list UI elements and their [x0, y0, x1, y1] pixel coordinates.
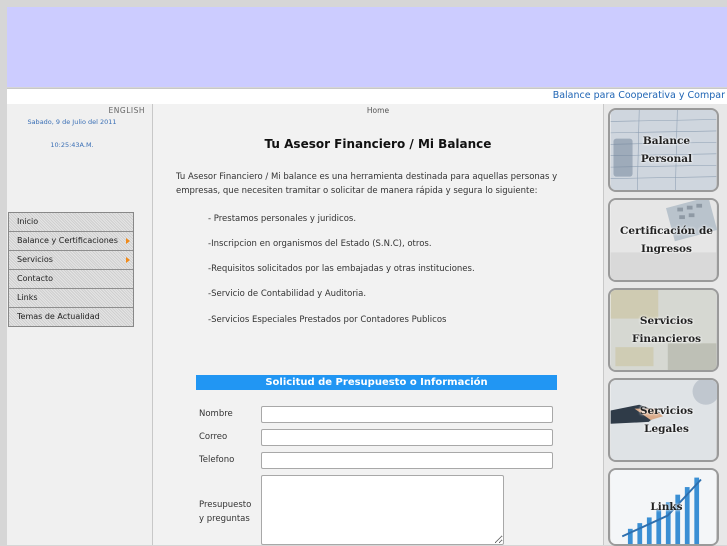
tile-certificacion-ingresos[interactable]: Certificación de Ingresos [608, 198, 719, 282]
tile-links[interactable]: Links [608, 468, 719, 546]
menu-item-label: Contacto [17, 274, 54, 283]
service-item: -Servicios Especiales Prestados por Cont… [208, 315, 447, 325]
service-item: - Prestamos personales y juridicos. [208, 214, 357, 224]
menu-item-label: Servicios [17, 255, 53, 264]
form-header: Solicitud de Presupuesto o Información [196, 375, 557, 390]
tile-servicios-financieros[interactable]: Servicios Financieros [608, 288, 719, 372]
correo-label: Correo [199, 432, 228, 442]
ticker-text[interactable]: Balance para Cooperativa y Compar [553, 90, 725, 101]
presupuesto-label-line1: Presupuesto [199, 500, 252, 510]
breadcrumb[interactable]: Home [153, 106, 603, 115]
service-item: -Requisitos solicitados por las embajada… [208, 264, 475, 274]
menu-item-label: Temas de Actualidad [17, 312, 100, 321]
presupuesto-label-line2: y preguntas [199, 514, 250, 524]
time-display: 10:25:43A.M. [50, 141, 94, 149]
menu-item-label: Inicio [17, 217, 39, 226]
menu-item-label: Balance y Certificaciones [17, 236, 118, 245]
tile-servicios-legales[interactable]: Servicios Legales [608, 378, 719, 462]
intro-paragraph: Tu Asesor Financiero / Mi balance es una… [176, 172, 558, 196]
service-item: -Inscripcion en organismos del Estado (S… [208, 239, 432, 249]
submenu-arrow-icon [126, 257, 130, 263]
english-link[interactable]: ENGLISH [109, 106, 145, 115]
menu-item-inicio[interactable]: Inicio [9, 213, 133, 232]
right-sidebar: Balance Personal Certificación de Ingresos [603, 104, 727, 546]
menu-item-contacto[interactable]: Contacto [9, 270, 133, 289]
menu-item-servicios[interactable]: Servicios [9, 251, 133, 270]
correo-field[interactable] [261, 429, 553, 446]
tile-balance-personal[interactable]: Balance Personal [608, 108, 719, 192]
main-menu: Inicio Balance y Certificaciones Servici… [8, 212, 134, 327]
page-body: ENGLISH Sabado, 9 de Julio del 2011 10:2… [7, 104, 727, 546]
date-display: Sabado, 9 de Julio del 2011 [27, 118, 117, 126]
service-item: -Servicio de Contabilidad y Auditoria. [208, 289, 367, 299]
tile-label: Links [650, 501, 683, 513]
menu-item-balance-certificaciones[interactable]: Balance y Certificaciones [9, 232, 133, 251]
nombre-label: Nombre [199, 409, 233, 419]
left-sidebar: ENGLISH Sabado, 9 de Julio del 2011 10:2… [7, 104, 153, 545]
telefono-field[interactable] [261, 452, 553, 469]
main-content: Home Tu Asesor Financiero / Mi Balance T… [153, 104, 603, 545]
tile-label: Servicios Legales [639, 405, 694, 435]
telefono-label: Telefono [199, 455, 235, 465]
page-title: Tu Asesor Financiero / Mi Balance [264, 137, 492, 151]
submenu-arrow-icon [126, 238, 130, 244]
menu-item-label: Links [17, 293, 38, 302]
tile-label: Certificación de Ingresos [620, 225, 713, 255]
presupuesto-label: Presupuesto y preguntas [199, 500, 251, 524]
tile-label: Servicios Financieros [631, 315, 702, 345]
presupuesto-textarea[interactable] [261, 475, 504, 545]
tile-label: Balance Personal [640, 135, 693, 165]
menu-item-temas-actualidad[interactable]: Temas de Actualidad [9, 308, 133, 326]
menu-item-links[interactable]: Links [9, 289, 133, 308]
header-banner [7, 7, 727, 87]
nombre-field[interactable] [261, 406, 553, 423]
